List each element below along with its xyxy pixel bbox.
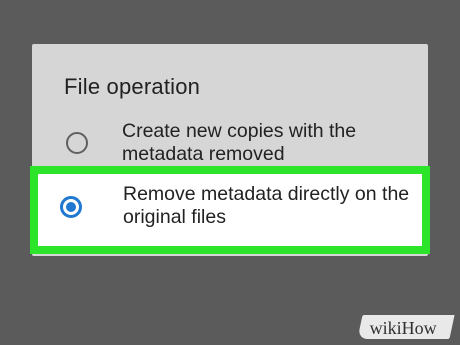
- highlight-inner: Remove metadata directly on the original…: [38, 174, 422, 246]
- option-remove-metadata-directly[interactable]: Remove metadata directly on the original…: [38, 174, 422, 246]
- option-create-new-copies[interactable]: Create new copies with the metadata remo…: [32, 120, 428, 168]
- option-label: Create new copies with the metadata remo…: [122, 120, 357, 165]
- radio-unselected-icon[interactable]: [66, 132, 88, 154]
- wikihow-watermark: wikiHow: [357, 315, 455, 339]
- dialog-title: File operation: [64, 74, 201, 99]
- watermark-text: wikiHow: [369, 318, 437, 338]
- radio-selected-icon[interactable]: [60, 196, 82, 218]
- option-label: Remove metadata directly on the original…: [123, 183, 410, 228]
- highlight-box: Remove metadata directly on the original…: [30, 166, 430, 254]
